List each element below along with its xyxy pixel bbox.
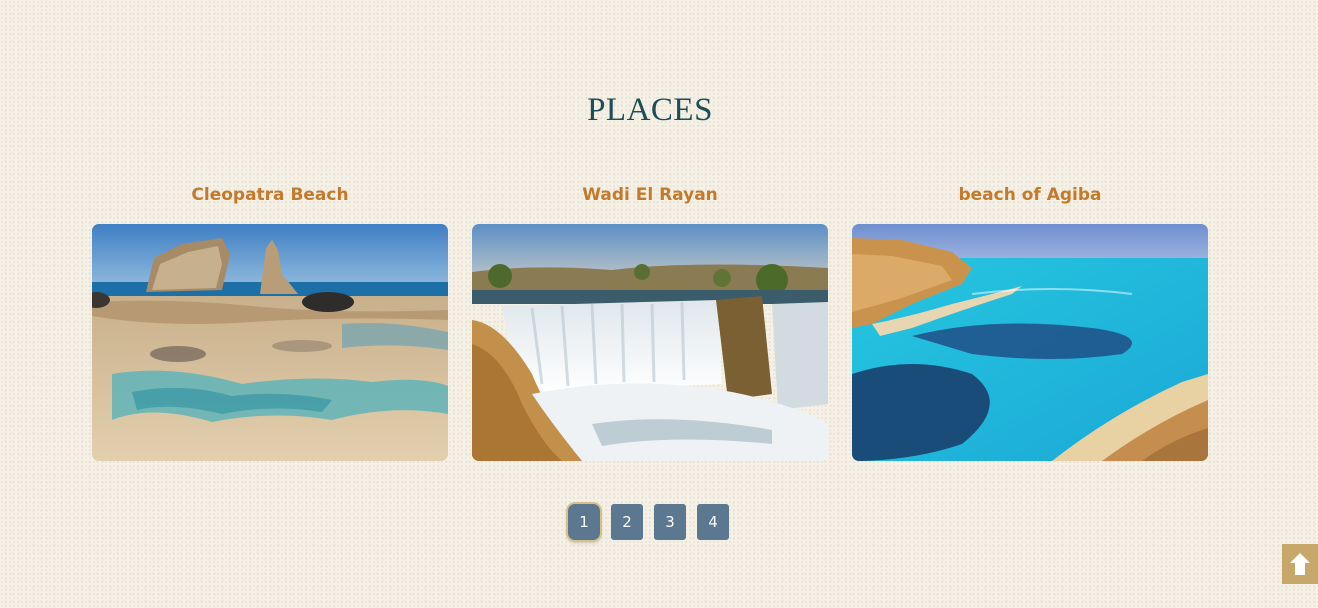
- page-button-2[interactable]: 2: [611, 504, 643, 540]
- place-card-cleopatra-beach[interactable]: Cleopatra Beach: [92, 180, 448, 461]
- place-card-image[interactable]: [472, 224, 828, 461]
- place-card-image[interactable]: [852, 224, 1208, 461]
- page-button-3[interactable]: 3: [654, 504, 686, 540]
- place-card-title[interactable]: Wadi El Rayan: [472, 180, 828, 210]
- page-button-1[interactable]: 1: [568, 504, 600, 540]
- page-title: PLACES: [587, 92, 713, 128]
- place-card-title[interactable]: beach of Agiba: [852, 180, 1208, 210]
- turquoise-bay-image: [852, 224, 1208, 461]
- places-grid: Cleopatra Beach Wadi El Rayan beach of A…: [92, 180, 1208, 461]
- place-card-title[interactable]: Cleopatra Beach: [92, 180, 448, 210]
- scroll-to-top-button[interactable]: [1282, 544, 1318, 584]
- place-card-wadi-el-rayan[interactable]: Wadi El Rayan: [472, 180, 828, 461]
- arrow-up-icon: [1290, 553, 1310, 575]
- place-card-image[interactable]: [92, 224, 448, 461]
- pagination: 1 2 3 4: [568, 504, 729, 540]
- place-card-beach-of-agiba[interactable]: beach of Agiba: [852, 180, 1208, 461]
- waterfall-image: [472, 224, 828, 461]
- page-button-4[interactable]: 4: [697, 504, 729, 540]
- beach-rocks-image: [92, 224, 448, 461]
